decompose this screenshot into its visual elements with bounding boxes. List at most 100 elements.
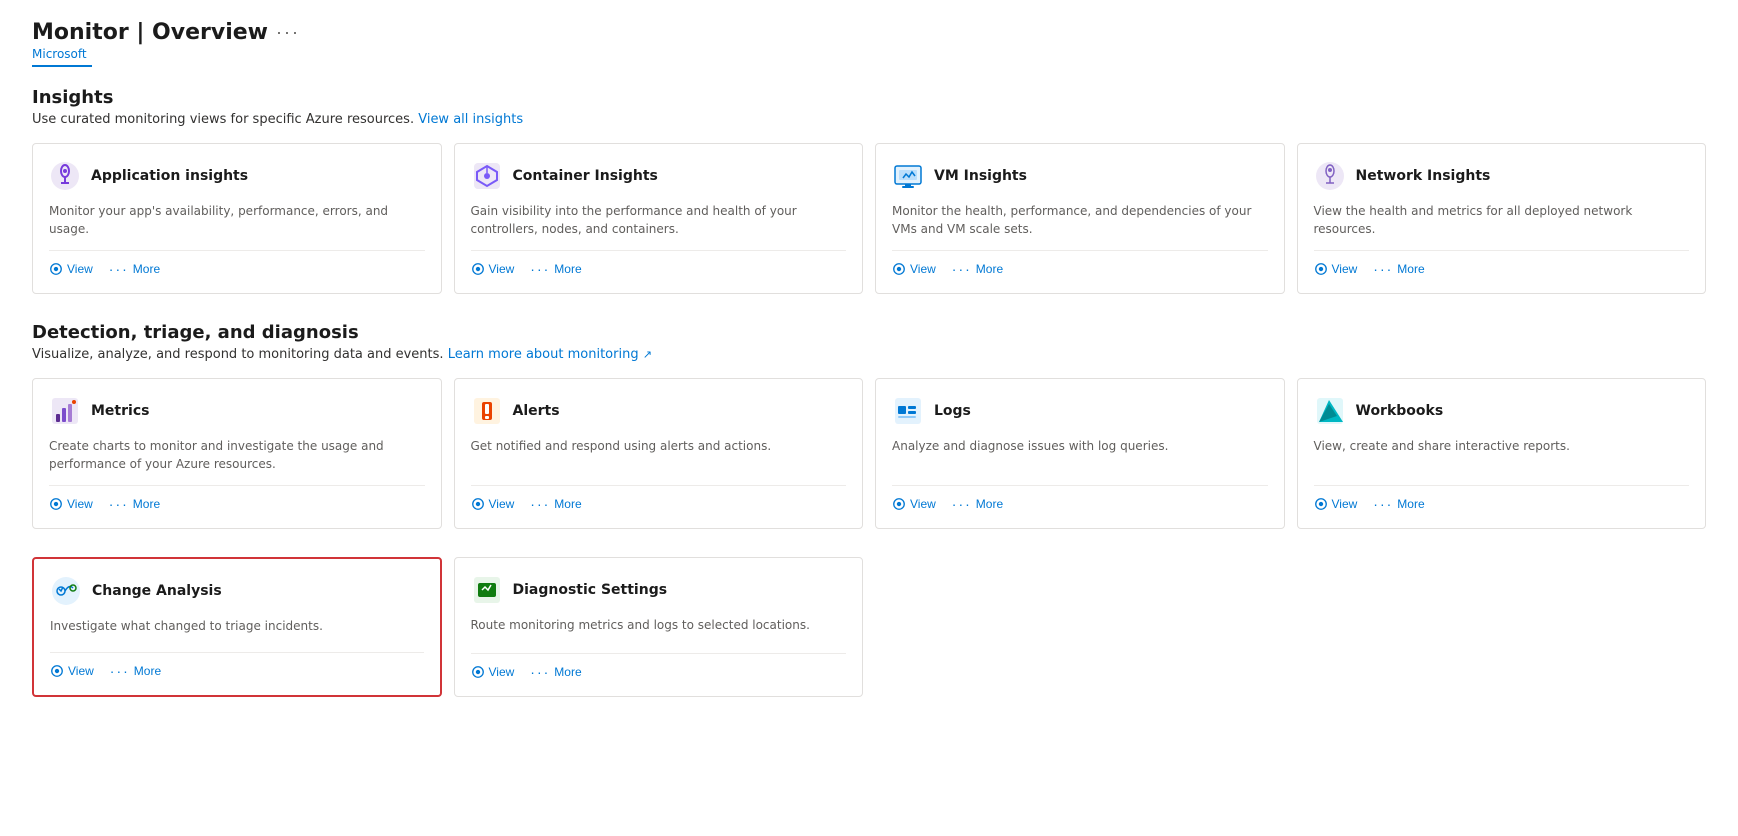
card-network-insights-title: Network Insights: [1356, 168, 1491, 184]
card-change-analysis-header: Change Analysis: [50, 575, 424, 607]
view-icon: [892, 262, 906, 276]
card-metrics-header: Metrics: [49, 395, 425, 427]
card-app-insights-footer: View ··· More: [49, 250, 425, 277]
vm-insights-more-button[interactable]: ··· More: [952, 261, 1003, 277]
card-diagnostic-settings: Diagnostic Settings Route monitoring met…: [454, 557, 864, 697]
card-vm-insights-header: VM Insights: [892, 160, 1268, 192]
card-vm-insights-body: Monitor the health, performance, and dep…: [892, 202, 1268, 238]
container-insights-more-button[interactable]: ··· More: [530, 261, 581, 277]
card-container-insights: Container Insights Gain visibility into …: [454, 143, 864, 294]
card-alerts-header: Alerts: [471, 395, 847, 427]
insights-description: Use curated monitoring views for specifi…: [32, 112, 1706, 127]
card-logs-footer: View ··· More: [892, 485, 1268, 512]
card-change-analysis-title: Change Analysis: [92, 583, 222, 599]
card-workbooks-title: Workbooks: [1356, 403, 1444, 419]
card-workbooks-body: View, create and share interactive repor…: [1314, 437, 1690, 473]
view-icon: [471, 497, 485, 511]
card-metrics: Metrics Create charts to monitor and inv…: [32, 378, 442, 529]
logs-icon: [892, 395, 924, 427]
container-insights-view-button[interactable]: View: [471, 262, 515, 276]
view-all-insights-link[interactable]: View all insights: [418, 112, 523, 127]
app-insights-view-button[interactable]: View: [49, 262, 93, 276]
card-network-insights-body: View the health and metrics for all depl…: [1314, 202, 1690, 238]
card-diagnostic-settings-body: Route monitoring metrics and logs to sel…: [471, 616, 847, 641]
card-metrics-body: Create charts to monitor and investigate…: [49, 437, 425, 473]
card-logs-title: Logs: [934, 403, 971, 419]
card-alerts-body: Get notified and respond using alerts an…: [471, 437, 847, 473]
card-workbooks-footer: View ··· More: [1314, 485, 1690, 512]
card-diagnostic-settings-title: Diagnostic Settings: [513, 582, 668, 598]
card-container-insights-title: Container Insights: [513, 168, 658, 184]
card-container-insights-header: Container Insights: [471, 160, 847, 192]
view-icon: [471, 665, 485, 679]
card-alerts-footer: View ··· More: [471, 485, 847, 512]
workbooks-more-button[interactable]: ··· More: [1373, 496, 1424, 512]
card-network-insights-header: Network Insights: [1314, 160, 1690, 192]
vm-insights-icon: [892, 160, 924, 192]
logs-more-button[interactable]: ··· More: [952, 496, 1003, 512]
insights-cards-grid: Application insights Monitor your app's …: [32, 143, 1706, 294]
workbooks-icon: [1314, 395, 1346, 427]
change-analysis-icon: [50, 575, 82, 607]
logs-view-button[interactable]: View: [892, 497, 936, 511]
detection-title: Detection, triage, and diagnosis: [32, 322, 1706, 343]
workbooks-view-button[interactable]: View: [1314, 497, 1358, 511]
insights-section: Insights Use curated monitoring views fo…: [32, 87, 1706, 294]
diagnostic-settings-icon: [471, 574, 503, 606]
card-app-insights-body: Monitor your app's availability, perform…: [49, 202, 425, 238]
card-network-insights-footer: View ··· More: [1314, 250, 1690, 277]
alerts-more-button[interactable]: ··· More: [530, 496, 581, 512]
card-logs-body: Analyze and diagnose issues with log que…: [892, 437, 1268, 473]
ellipsis-button[interactable]: ···: [276, 22, 300, 43]
card-app-insights-header: Application insights: [49, 160, 425, 192]
learn-more-link[interactable]: Learn more about monitoring: [448, 347, 639, 362]
card-workbooks: Workbooks View, create and share interac…: [1297, 378, 1707, 529]
app-insights-more-button[interactable]: ··· More: [109, 261, 160, 277]
card-metrics-footer: View ··· More: [49, 485, 425, 512]
view-icon: [49, 497, 63, 511]
card-app-insights-title: Application insights: [91, 168, 248, 184]
insights-title: Insights: [32, 87, 1706, 108]
view-icon: [892, 497, 906, 511]
change-analysis-view-button[interactable]: View: [50, 664, 94, 678]
card-vm-insights-title: VM Insights: [934, 168, 1027, 184]
app-insights-icon: [49, 160, 81, 192]
card-metrics-title: Metrics: [91, 403, 149, 419]
diagnostic-settings-more-button[interactable]: ··· More: [530, 664, 581, 680]
view-icon: [1314, 497, 1328, 511]
page-header: Monitor | Overview ···: [32, 20, 1706, 45]
network-insights-icon: [1314, 160, 1346, 192]
card-app-insights: Application insights Monitor your app's …: [32, 143, 442, 294]
card-alerts: Alerts Get notified and respond using al…: [454, 378, 864, 529]
change-analysis-more-button[interactable]: ··· More: [110, 663, 161, 679]
view-icon: [50, 664, 64, 678]
metrics-more-button[interactable]: ··· More: [109, 496, 160, 512]
card-vm-insights-footer: View ··· More: [892, 250, 1268, 277]
card-workbooks-header: Workbooks: [1314, 395, 1690, 427]
card-change-analysis-body: Investigate what changed to triage incid…: [50, 617, 424, 640]
card-diagnostic-settings-footer: View ··· More: [471, 653, 847, 680]
alerts-view-button[interactable]: View: [471, 497, 515, 511]
header-divider: [32, 65, 92, 67]
card-diagnostic-settings-header: Diagnostic Settings: [471, 574, 847, 606]
card-change-analysis-footer: View ··· More: [50, 652, 424, 679]
detection-row2-grid: Change Analysis Investigate what changed…: [32, 557, 1706, 697]
page-subtitle: Microsoft: [32, 47, 1706, 61]
detection-description: Visualize, analyze, and respond to monit…: [32, 347, 1706, 362]
page-title: Monitor | Overview: [32, 20, 268, 45]
vm-insights-view-button[interactable]: View: [892, 262, 936, 276]
view-icon: [49, 262, 63, 276]
card-logs-header: Logs: [892, 395, 1268, 427]
detection-section: Detection, triage, and diagnosis Visuali…: [32, 322, 1706, 697]
metrics-view-button[interactable]: View: [49, 497, 93, 511]
network-insights-view-button[interactable]: View: [1314, 262, 1358, 276]
diagnostic-settings-view-button[interactable]: View: [471, 665, 515, 679]
card-alerts-title: Alerts: [513, 403, 560, 419]
alerts-icon: [471, 395, 503, 427]
network-insights-more-button[interactable]: ··· More: [1373, 261, 1424, 277]
card-container-insights-footer: View ··· More: [471, 250, 847, 277]
metrics-icon: [49, 395, 81, 427]
card-change-analysis: Change Analysis Investigate what changed…: [32, 557, 442, 697]
card-container-insights-body: Gain visibility into the performance and…: [471, 202, 847, 238]
card-vm-insights: VM Insights Monitor the health, performa…: [875, 143, 1285, 294]
